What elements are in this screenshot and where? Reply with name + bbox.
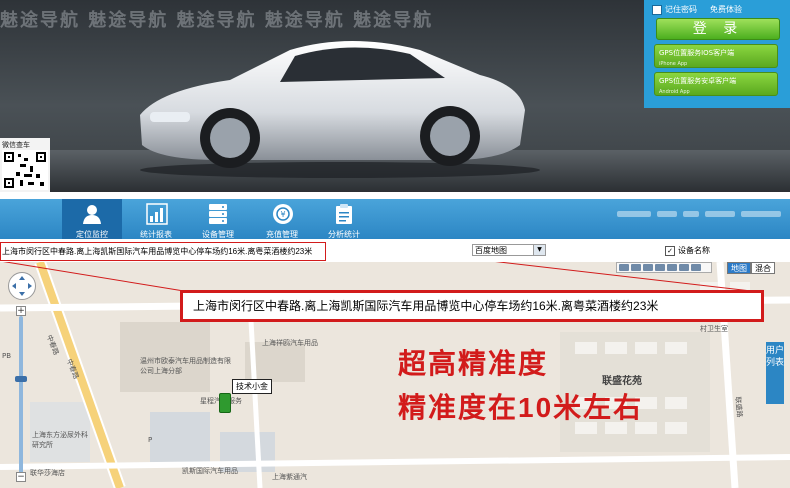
nav-item-location-monitor[interactable]: 定位监控 xyxy=(62,199,122,239)
poi-label: 上海紫通汽 xyxy=(272,473,307,481)
poi-label: 上海东方泌尿外科研究所 xyxy=(32,431,88,449)
remember-password-checkbox[interactable] xyxy=(652,4,662,15)
coins-icon: ¥ xyxy=(273,204,293,224)
remember-password-label: 记住密码 xyxy=(665,5,697,14)
headline-secondary: 精准度在10米左右 xyxy=(398,392,644,423)
fullscreen-tool-icon[interactable] xyxy=(691,264,701,271)
road-label: 联盛路 xyxy=(733,396,744,418)
map-provider-select[interactable]: 百度地图 ▼ xyxy=(472,244,546,256)
vehicle-label: 技术小金 xyxy=(232,379,272,394)
measure-tool-icon[interactable] xyxy=(643,264,653,271)
car-image xyxy=(140,41,540,178)
zoom-in-button[interactable]: + xyxy=(16,306,26,316)
poi-label: 温州市欧泰汽车用品制造有限公司上海分部 xyxy=(140,357,231,375)
nav-item-reports[interactable]: 统计报表 xyxy=(126,199,186,239)
parking-label: P xyxy=(148,436,153,444)
user-list-toggle[interactable]: 用户列表 xyxy=(766,342,784,404)
map-type-map-button[interactable]: 地图 xyxy=(727,262,751,274)
zoom-slider[interactable]: + − xyxy=(15,306,27,482)
device-name-label: 设备名称 xyxy=(678,246,710,255)
map-tools-bar xyxy=(616,262,712,273)
address-callout: 上海市闵行区中春路.离上海凯斯国际汽车用品博览中心停车场约16米.离粤菜酒楼约2… xyxy=(180,290,764,322)
poi-lianhe: 联盛花苑 xyxy=(602,376,642,387)
main-nav: 定位监控 统计报表 设备管理 ¥ 充值管理 分析统计 xyxy=(0,199,790,239)
device-name-toggle[interactable]: ✓ 设备名称 xyxy=(665,245,710,256)
pan-control[interactable] xyxy=(8,272,36,300)
nav-user-info xyxy=(617,211,785,221)
qr-label: 微信查车 xyxy=(2,141,30,149)
headline-primary: 超高精准度 xyxy=(398,348,549,379)
banner: 魅途导航 魅途导航 魅途导航 魅途导航 魅途导航 微信查车 记住密码 免费体验 … xyxy=(0,0,790,192)
zoom-track xyxy=(19,316,23,476)
nav-item-label: 充值管理 xyxy=(266,230,298,239)
poi-label: 联华莎海店 xyxy=(30,469,65,477)
android-client-sub: Android App xyxy=(659,89,690,95)
qr-code-icon xyxy=(2,150,48,190)
vehicle-marker-icon[interactable] xyxy=(219,393,231,413)
poi-label: PB xyxy=(2,352,12,360)
nav-item-device-management[interactable]: 设备管理 xyxy=(188,199,248,239)
zoom-out-tool-icon[interactable] xyxy=(631,264,641,271)
device-name-checkbox[interactable]: ✓ xyxy=(665,245,675,256)
poi-label: 上海祥鸥汽车用品 xyxy=(262,339,318,347)
bar-chart-icon xyxy=(146,203,168,225)
nav-item-label: 统计报表 xyxy=(140,230,172,239)
server-icon xyxy=(209,204,227,224)
nav-item-label: 设备管理 xyxy=(202,230,234,239)
poi-label: 凯斯国际汽车用品 xyxy=(182,467,238,475)
zoom-thumb[interactable] xyxy=(15,376,27,382)
ios-client-sub: iPhone App xyxy=(659,61,688,67)
clipboard-icon xyxy=(336,204,352,224)
map-type-switch: 地图 混合 xyxy=(727,262,775,274)
nav-item-recharge[interactable]: ¥ 充值管理 xyxy=(252,199,312,239)
print-tool-icon[interactable] xyxy=(655,264,665,271)
map-type-mixed-button[interactable]: 混合 xyxy=(751,262,775,274)
ios-client-label: GPS位置服务IOS客户端 xyxy=(659,49,735,57)
brush-tool-icon[interactable] xyxy=(679,264,689,271)
login-button[interactable]: 登 录 xyxy=(656,18,780,40)
android-client-button[interactable]: GPS位置服务安卓客户端 Android App xyxy=(654,72,778,96)
nav-item-analysis[interactable]: 分析统计 xyxy=(314,199,374,239)
current-address-text: 上海市闵行区中春路.离上海凯斯国际汽车用品博览中心停车场约16米.离粤菜酒楼约2… xyxy=(2,247,313,256)
pan-arrows-icon xyxy=(12,276,32,296)
nav-item-label: 分析统计 xyxy=(328,230,360,239)
login-panel: 记住密码 免费体验 登 录 GPS位置服务IOS客户端 iPhone App G… xyxy=(644,0,790,108)
android-client-label: GPS位置服务安卓客户端 xyxy=(659,77,737,85)
map-provider-value: 百度地图 xyxy=(475,246,507,255)
chevron-down-icon: ▼ xyxy=(533,245,545,255)
zoom-out-button[interactable]: − xyxy=(16,472,26,482)
check-tool-icon[interactable] xyxy=(667,264,677,271)
login-options: 记住密码 免费体验 xyxy=(652,4,742,15)
nav-item-label: 定位监控 xyxy=(76,230,108,239)
svg-text:¥: ¥ xyxy=(280,210,285,219)
zoom-in-tool-icon[interactable] xyxy=(619,264,629,271)
ios-client-button[interactable]: GPS位置服务IOS客户端 iPhone App xyxy=(654,44,778,68)
user-icon xyxy=(83,205,101,224)
free-trial-link[interactable]: 免费体验 xyxy=(710,4,742,15)
wechat-qr-panel: 微信查车 xyxy=(0,138,50,192)
poi-label: 村卫生室 xyxy=(700,325,728,333)
